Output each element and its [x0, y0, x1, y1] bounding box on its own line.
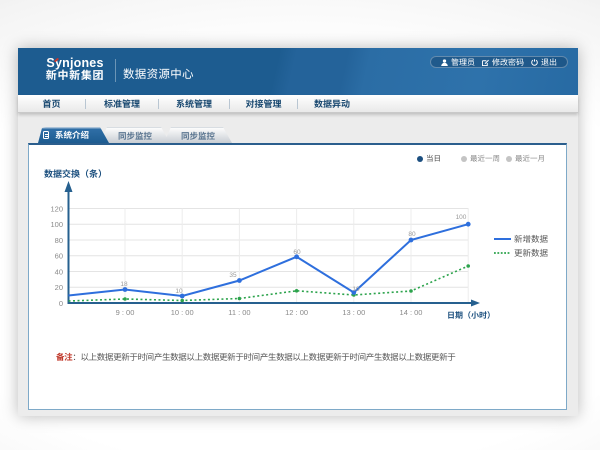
svg-text:100: 100 — [50, 220, 63, 229]
svg-text:100: 100 — [456, 214, 467, 221]
svg-text:10: 10 — [352, 286, 360, 293]
svg-text:80: 80 — [55, 236, 63, 245]
svg-text:35: 35 — [229, 272, 237, 279]
svg-text:10 : 00: 10 : 00 — [171, 308, 194, 317]
svg-text:12 : 00: 12 : 00 — [285, 308, 308, 317]
svg-text:更新数据: 更新数据 — [514, 248, 549, 258]
svg-text:14 : 00: 14 : 00 — [400, 308, 423, 317]
svg-text:18: 18 — [120, 281, 128, 288]
svg-text:9 : 00: 9 : 00 — [116, 308, 135, 317]
svg-text:10: 10 — [175, 288, 183, 295]
svg-text:新增数据: 新增数据 — [514, 234, 549, 244]
svg-text:13 : 00: 13 : 00 — [342, 308, 365, 317]
svg-text:20: 20 — [55, 283, 63, 292]
svg-text:40: 40 — [55, 268, 63, 277]
svg-text:0: 0 — [59, 299, 63, 308]
svg-text:60: 60 — [293, 249, 301, 256]
svg-text:80: 80 — [408, 231, 416, 238]
svg-text:60: 60 — [55, 252, 63, 261]
svg-text:11 : 00: 11 : 00 — [228, 308, 250, 317]
svg-text:120: 120 — [50, 205, 63, 214]
